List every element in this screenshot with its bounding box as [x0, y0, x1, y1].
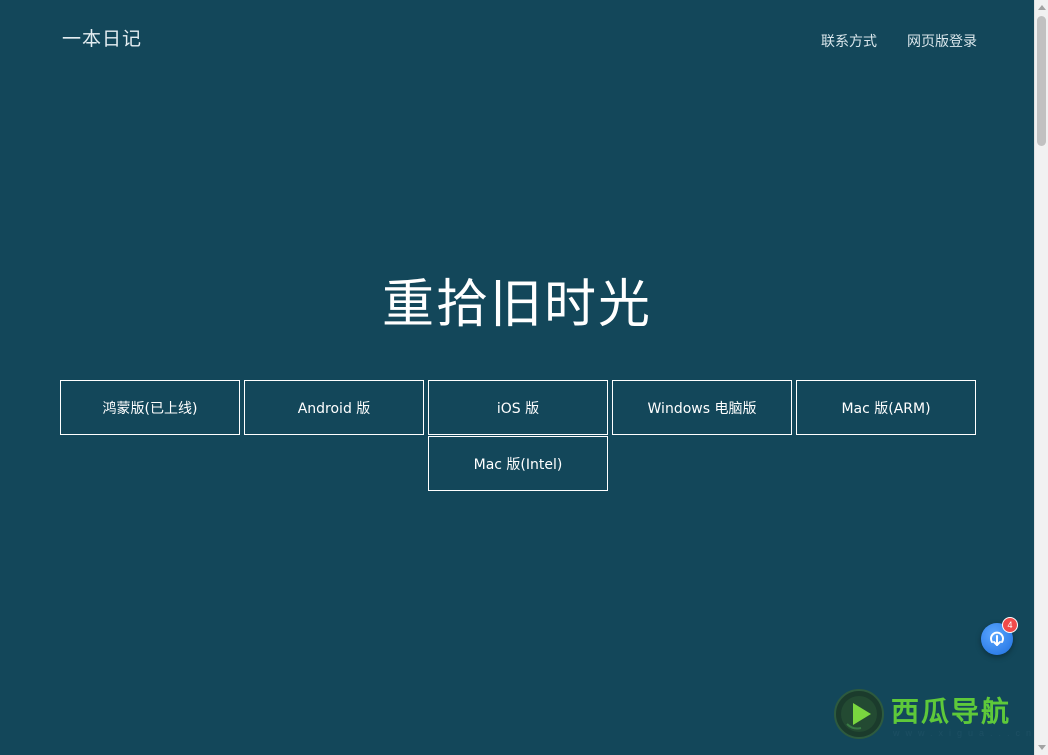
- watermark-logo-icon: [834, 689, 884, 739]
- download-mac-intel-button[interactable]: Mac 版(Intel): [428, 436, 608, 491]
- floating-download-widget[interactable]: 4: [981, 617, 1018, 655]
- vertical-scrollbar[interactable]: [1034, 0, 1048, 755]
- hero-title: 重拾旧时光: [381, 275, 652, 335]
- watermark-text: 西瓜导航: [891, 695, 1012, 728]
- scroll-down-arrow-icon[interactable]: [1038, 745, 1046, 750]
- download-ios-button[interactable]: iOS 版: [428, 380, 608, 435]
- watermark: 西瓜导航 www.xigua...cn: [833, 688, 1033, 744]
- download-android-button[interactable]: Android 版: [244, 380, 424, 435]
- page: 一本日记 联系方式 网页版登录 重拾旧时光 鸿蒙版(已上线) Android 版…: [0, 0, 1048, 755]
- nav-web-login-link[interactable]: 网页版登录: [907, 31, 977, 51]
- download-buttons: 鸿蒙版(已上线) Android 版 iOS 版 Windows 电脑版 Mac…: [58, 380, 978, 491]
- notification-badge: 4: [1002, 617, 1018, 633]
- nav-contact-link[interactable]: 联系方式: [821, 31, 877, 51]
- scroll-up-arrow-icon[interactable]: [1038, 5, 1046, 10]
- scrollbar-thumb[interactable]: [1037, 16, 1046, 146]
- download-mac-arm-button[interactable]: Mac 版(ARM): [796, 380, 976, 435]
- download-windows-button[interactable]: Windows 电脑版: [612, 380, 792, 435]
- watermark-subtext: www.xigua...cn: [893, 728, 1038, 738]
- main-content: 一本日记 联系方式 网页版登录 重拾旧时光 鸿蒙版(已上线) Android 版…: [0, 0, 1034, 755]
- download-harmonyos-button[interactable]: 鸿蒙版(已上线): [60, 380, 240, 435]
- top-nav: 联系方式 网页版登录: [821, 31, 977, 51]
- download-icon: [990, 631, 1004, 646]
- brand-logo-link[interactable]: 一本日记: [62, 24, 142, 51]
